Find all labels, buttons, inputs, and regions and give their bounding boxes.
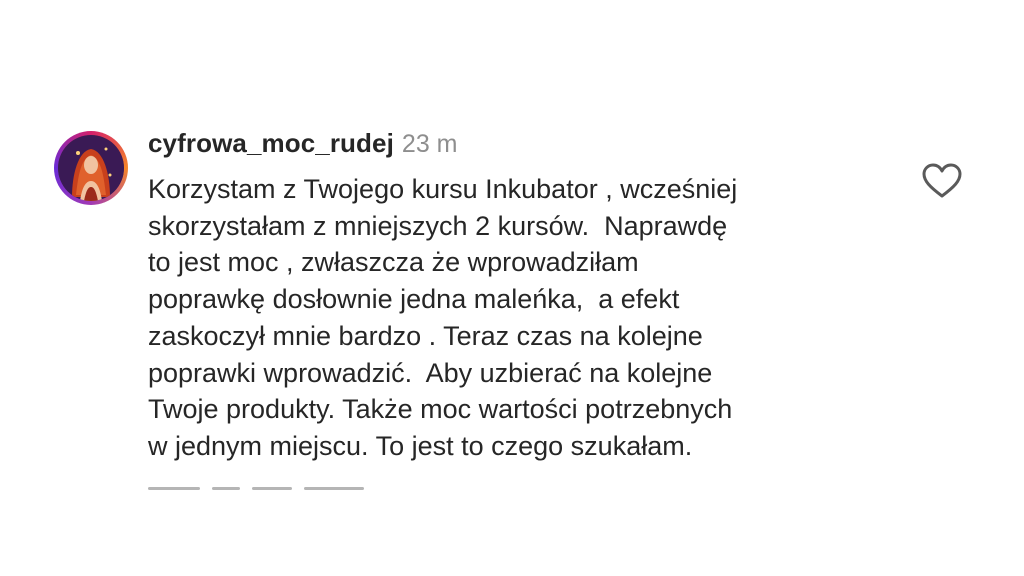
comment-line: Twoje produkty. Także moc wartości potrz…: [148, 394, 733, 425]
heart-outline-icon[interactable]: [922, 163, 962, 199]
comment-line: Korzystam z Twojego kursu Inkubator , wc…: [148, 174, 738, 204]
comment-header: cyfrowa_moc_rudej 23 m: [148, 128, 458, 164]
avatar[interactable]: [54, 131, 128, 205]
avatar-image: [58, 135, 124, 201]
comment-line: zaskoczył mnie bardzo . Teraz czas na ko…: [148, 320, 703, 351]
comment-line: to jest moc , zwłaszcza że wprowadziłam: [148, 247, 639, 278]
comment-line: poprawki wprowadzić. Aby uzbierać na kol…: [148, 357, 713, 388]
comment-line: skorzystałam z mniejszych 2 kursów. Napr…: [148, 210, 728, 241]
cut-off-text-row: [148, 487, 428, 495]
comment-text: Korzystam z Twojego kursu Inkubator , wc…: [148, 171, 888, 465]
comment-line: poprawkę dosłownie jedna maleńka, a efek…: [148, 284, 680, 315]
username[interactable]: cyfrowa_moc_rudej: [148, 128, 394, 159]
avatar-portrait-icon: [58, 135, 124, 201]
comment-line: w jednym miejscu. To jest to czego szuka…: [148, 430, 693, 461]
comment-item: cyfrowa_moc_rudej 23 m Korzystam z Twoje…: [0, 0, 1024, 576]
timestamp: 23 m: [401, 130, 458, 158]
